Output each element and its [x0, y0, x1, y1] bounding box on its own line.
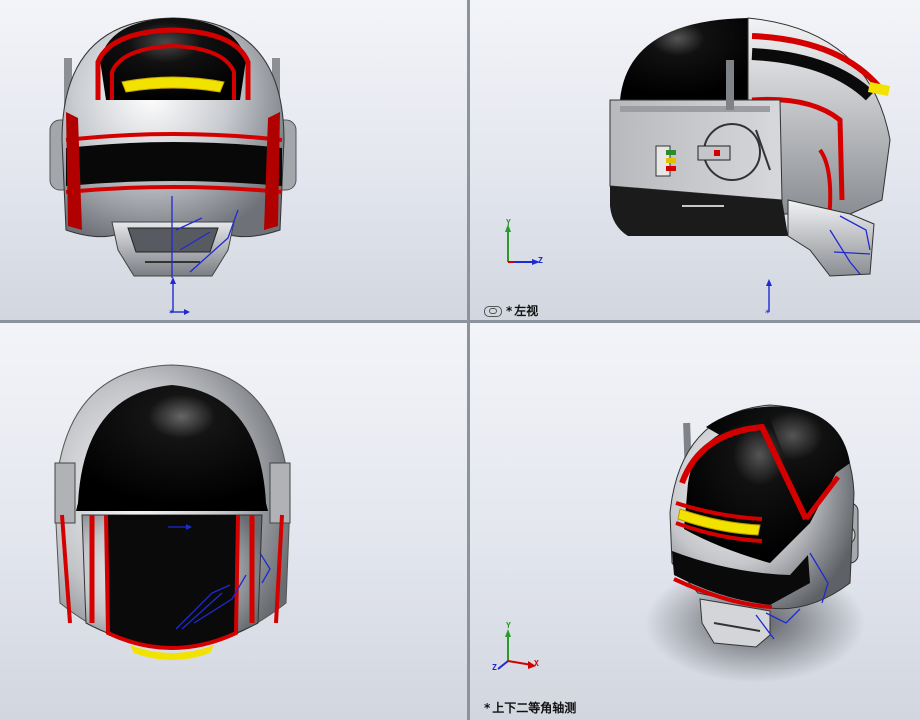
- helmet-left-render: *: [609, 17, 891, 319]
- viewport-front[interactable]: *: [0, 0, 467, 320]
- origin-marker-icon: *: [765, 279, 772, 319]
- label-text: 左视: [514, 304, 539, 318]
- svg-text:*: *: [765, 309, 770, 319]
- label-asterisk: *: [484, 701, 491, 715]
- viewport-top[interactable]: [0, 323, 467, 720]
- label-asterisk: *: [506, 304, 513, 318]
- view-orientation-icon[interactable]: [484, 306, 502, 317]
- axis-triad-iso: Y X Z: [490, 621, 540, 673]
- origin-marker-icon: *: [169, 277, 190, 319]
- viewport-left[interactable]: * Y Z * 左视: [470, 0, 920, 320]
- viewport-label-isometric: * 上下二等角轴测: [484, 699, 576, 716]
- helmet-top-render: [54, 364, 291, 660]
- viewport-label-left: * 左视: [484, 302, 538, 319]
- axis-y-label: Y: [506, 218, 511, 227]
- axis-y-label: Y: [506, 621, 511, 630]
- axis-triad: Y Z: [498, 218, 548, 268]
- label-text: 上下二等角轴测: [492, 701, 577, 715]
- viewport-isometric[interactable]: Y X Z * 上下二等角轴测: [470, 323, 920, 720]
- helmet-front-render: *: [49, 17, 297, 319]
- antenna: [726, 60, 734, 110]
- axis-x-label: X: [534, 659, 539, 668]
- svg-text:*: *: [169, 309, 174, 319]
- four-viewport-layout: * * Y Z * 左视 Y X Z * 上下二等角轴测: [0, 0, 920, 720]
- axis-z-label: Z: [538, 256, 543, 265]
- axis-z-label: Z: [492, 663, 497, 672]
